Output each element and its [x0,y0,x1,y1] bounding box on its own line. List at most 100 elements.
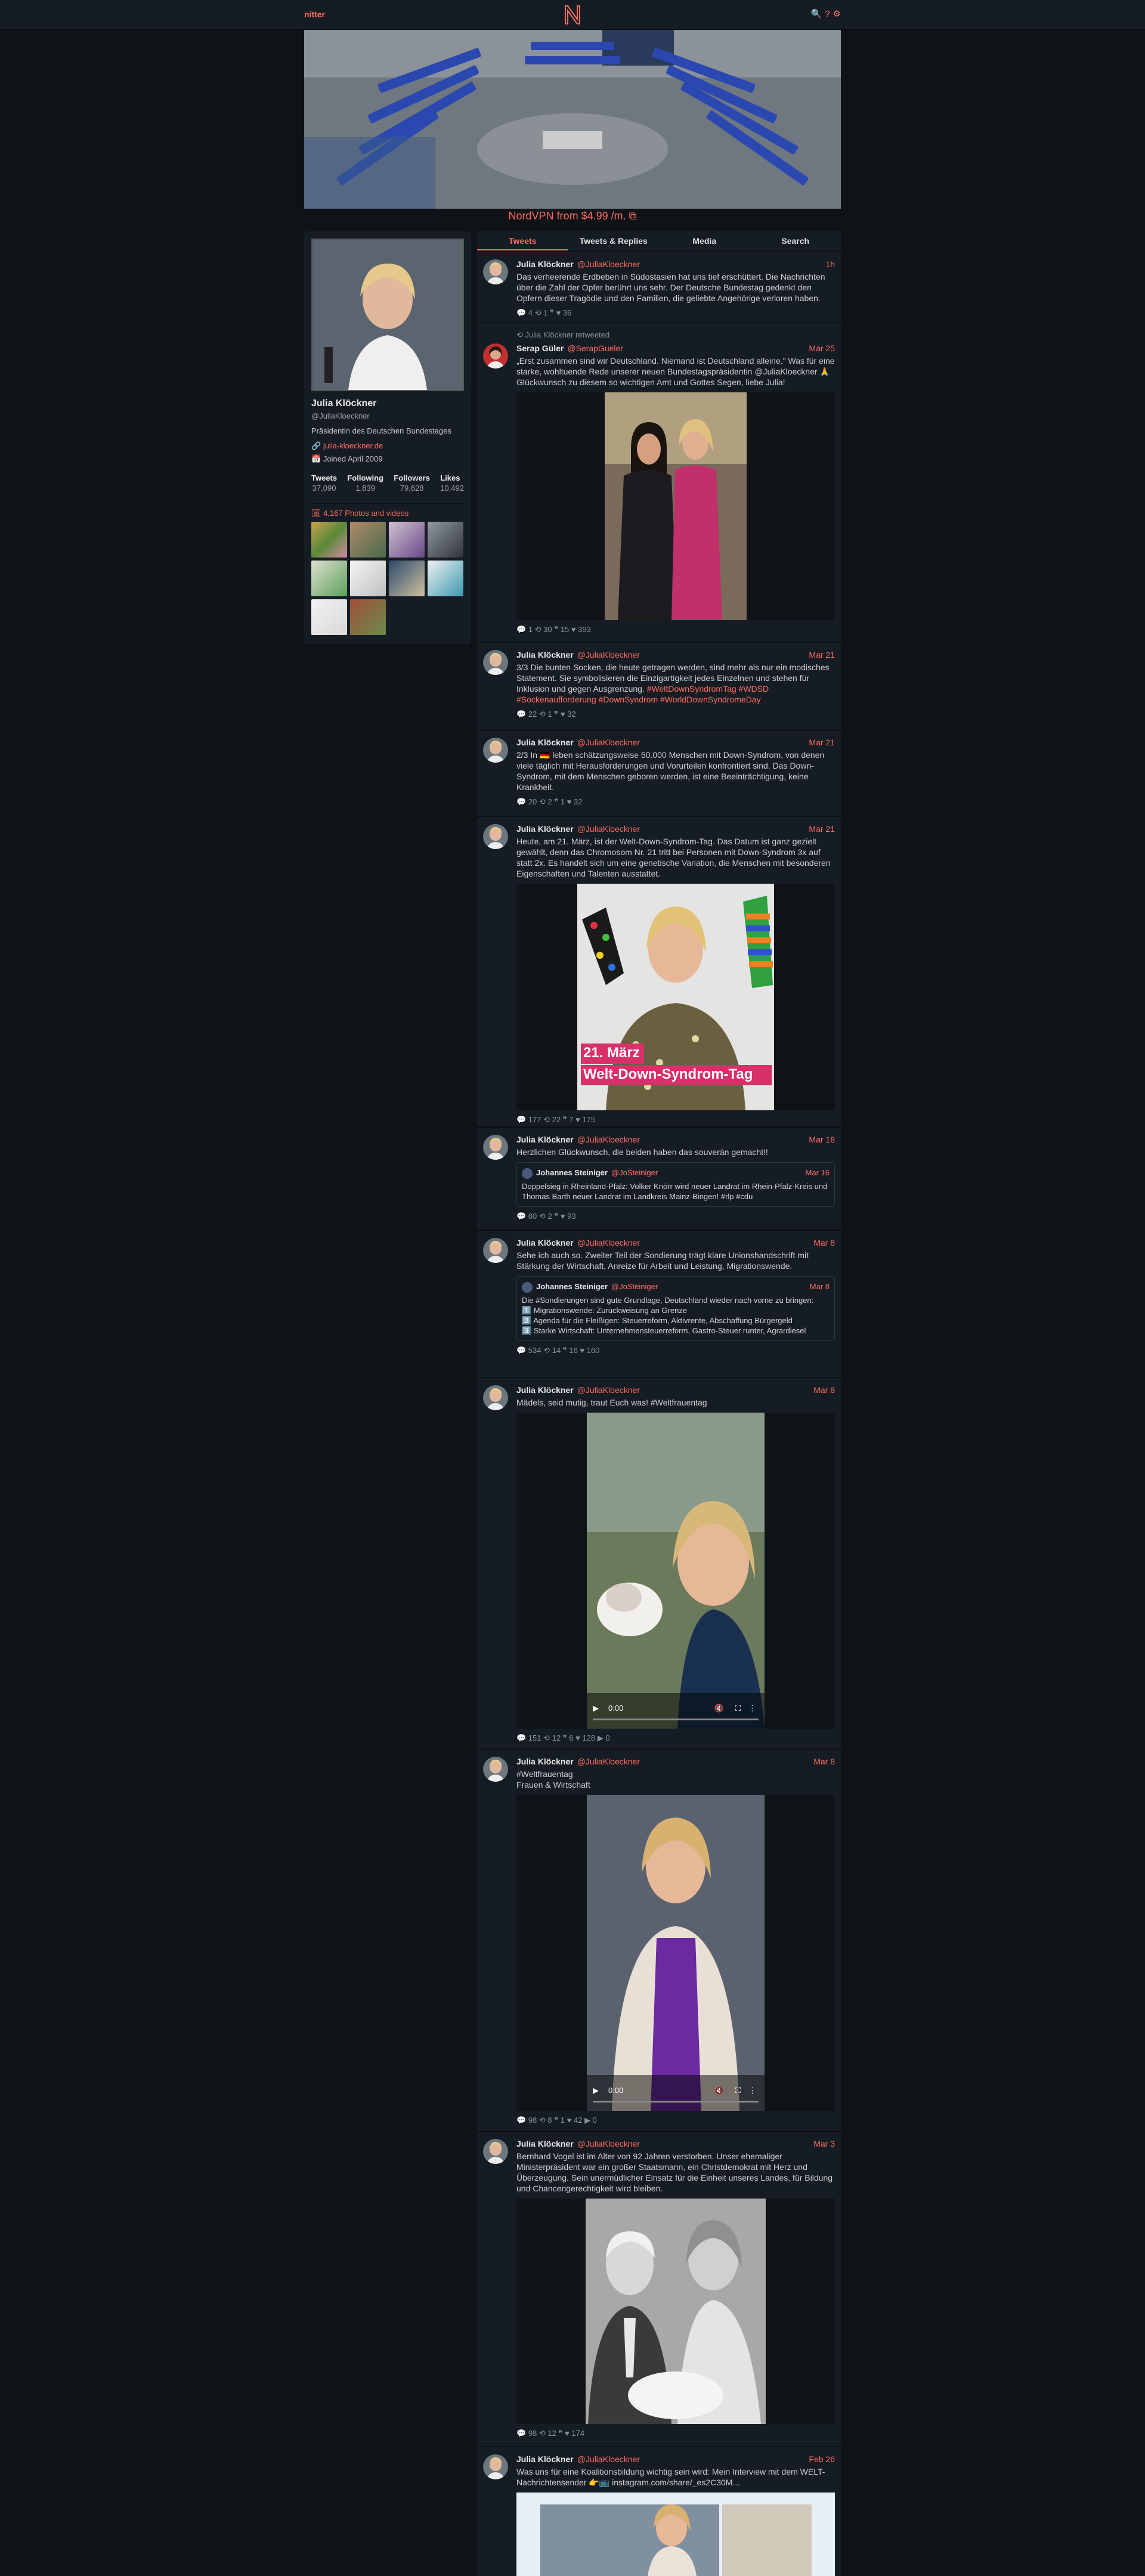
tweet-author[interactable]: Julia Klöckner [516,259,574,269]
tweet[interactable]: Julia Klöckner @JuliaKloeckner Mar 21 Heut… [477,816,841,1126]
fullscreen-icon[interactable]: ⛶ [735,2086,741,2095]
tweet-avatar[interactable] [483,2139,508,2164]
tweet-handle[interactable]: @JuliaKloeckner [577,1135,640,1144]
play-icon[interactable]: ▶ [593,1704,599,1713]
tweet-avatar[interactable] [483,1135,508,1160]
tweet-video[interactable]: ▶ 0:00 🔇 ⛶ ⋮ [516,1413,835,1729]
tweet-author[interactable]: Julia Klöckner [516,1238,574,1247]
media-thumb[interactable] [311,599,347,635]
quoted-tweet[interactable]: Johannes Steiniger @JoSteiniger Mar 16 Dop… [516,1162,835,1207]
tweet-handle[interactable]: @JuliaKloeckner [577,1757,640,1766]
tweet-date[interactable]: 1h [825,259,835,269]
tweet-image[interactable] [516,2199,835,2424]
settings-icon[interactable]: ⚙ [833,9,841,19]
media-thumb[interactable] [350,561,386,596]
link-card-image[interactable] [516,2493,835,2576]
tweet-date[interactable]: Mar 21 [809,738,835,747]
tweet-author[interactable]: Serap Güler [516,343,564,353]
tweet-avatar[interactable] [483,824,508,849]
tweet-date[interactable]: Mar 8 [813,1757,835,1766]
tab-search[interactable]: Search [750,231,841,250]
tweet-video[interactable]: ▶ 0:00 🔇 ⛶ ⋮ [516,1795,835,2111]
tweet-handle[interactable]: @JuliaKloeckner [577,824,640,834]
tweet-date[interactable]: Mar 8 [813,1238,835,1247]
profile-avatar[interactable] [311,239,464,391]
tweet-date[interactable]: Mar 18 [809,1135,835,1144]
stat-tweets[interactable]: Tweets 37,090 [311,473,337,493]
tweet-handle[interactable]: @JuliaKloeckner [577,650,640,660]
tweet-author[interactable]: Julia Klöckner [516,650,574,660]
tweet-handle[interactable]: @JuliaKloeckner [577,1238,640,1247]
tweet-handle[interactable]: @SerapGueler [567,343,623,353]
quote-author[interactable]: Johannes Steiniger [536,1282,608,1291]
tab-tweets[interactable]: Tweets [477,231,568,250]
stat-following[interactable]: Following 1,839 [347,473,383,493]
video-progress-bar[interactable] [593,1719,759,1720]
tweet-avatar[interactable] [483,343,508,369]
tweet-author[interactable]: Julia Klöckner [516,1135,574,1144]
tweet-image[interactable] [516,392,835,620]
search-icon[interactable]: 🔍 [811,9,822,19]
tweet-author[interactable]: Julia Klöckner [516,1757,574,1766]
more-icon[interactable]: ⋮ [748,1704,756,1713]
more-icon[interactable]: ⋮ [748,2086,756,2095]
tweet-avatar[interactable] [483,1757,508,1782]
media-thumb[interactable] [311,522,347,558]
media-thumb[interactable] [428,561,463,596]
media-thumb[interactable] [311,561,347,596]
tweet[interactable]: ⟲ Julia Klöckner retweeted Serap Güler @S… [477,323,841,642]
quote-handle[interactable]: @JoSteiniger [611,1282,658,1291]
tab-media[interactable]: Media [659,231,750,250]
tweet[interactable]: Julia Klöckner @JuliaKloeckner Mar 8 Mädel… [477,1377,841,1748]
quote-author[interactable]: Johannes Steiniger [536,1168,608,1177]
tweet[interactable]: Julia Klöckner @JuliaKloeckner Mar 8 #Welt… [477,1749,841,2131]
tweet[interactable]: Julia Klöckner @JuliaKloeckner Mar 21 3/3 … [477,642,841,729]
promo-link[interactable]: NordVPN from $4.99 /m. ⧉ [304,210,841,224]
tweet-handle[interactable]: @JuliaKloeckner [577,1385,640,1395]
tweet-author[interactable]: Julia Klöckner [516,824,574,834]
tweet-avatar[interactable] [483,259,508,284]
tweet[interactable]: Julia Klöckner @JuliaKloeckner Mar 8 Sehe … [477,1230,841,1377]
help-icon[interactable]: ? [825,9,830,19]
tweet-author[interactable]: Julia Klöckner [516,1385,574,1395]
play-icon[interactable]: ▶ [593,2086,599,2095]
nitter-logo[interactable] [561,4,584,26]
tweet-date[interactable]: Feb 26 [809,2454,835,2464]
video-progress-bar[interactable] [593,2101,759,2103]
tweet-avatar[interactable] [483,1238,508,1263]
tweet[interactable]: Julia Klöckner @JuliaKloeckner Feb 26 Was … [477,2447,841,2576]
tweet-date[interactable]: Mar 8 [813,1385,835,1395]
quote-date[interactable]: Mar 16 [806,1168,830,1179]
media-thumb[interactable] [350,599,386,635]
tweet-date[interactable]: Mar 3 [813,2139,835,2148]
quote-date[interactable]: Mar 8 [810,1281,830,1293]
tweet-avatar[interactable] [483,2454,508,2479]
tweet-author[interactable]: Julia Klöckner [516,2454,574,2464]
mute-icon[interactable]: 🔇 [714,2086,724,2095]
tweet-date[interactable]: Mar 21 [809,824,835,834]
tweet[interactable]: Julia Klöckner @JuliaKloeckner Mar 3 Bernh… [477,2131,841,2446]
media-thumb[interactable] [389,522,425,558]
tweet-avatar[interactable] [483,1385,508,1410]
tweet-date[interactable]: Mar 21 [809,650,835,660]
tweet-handle[interactable]: @JuliaKloeckner [577,259,640,269]
tweet-avatar[interactable] [483,650,508,675]
media-thumb[interactable] [428,522,463,558]
tab-tweets-replies[interactable]: Tweets & Replies [568,231,660,250]
media-thumb[interactable] [389,561,425,596]
tweet-author[interactable]: Julia Klöckner [516,2139,574,2148]
tweet-image[interactable]: 21. März Welt-Down-Syndrom-Tag [516,884,835,1110]
photo-rail-link[interactable]: 4,167 Photos and videos [323,509,409,518]
media-thumb[interactable] [350,522,386,558]
tweet-handle[interactable]: @JuliaKloeckner [577,2454,640,2464]
stat-followers[interactable]: Followers 79,628 [394,473,430,493]
mute-icon[interactable]: 🔇 [714,1704,724,1713]
tweet[interactable]: Julia Klöckner @JuliaKloeckner Mar 21 2/3 … [477,730,841,816]
fullscreen-icon[interactable]: ⛶ [735,1704,741,1713]
profile-website[interactable]: julia-kloeckner.de [323,441,383,450]
tweet[interactable]: Julia Klöckner @JuliaKloeckner Mar 18 Herz… [477,1127,841,1230]
quote-handle[interactable]: @JoSteiniger [611,1168,658,1177]
tweet[interactable]: Julia Klöckner @JuliaKloeckner 1h Das verh… [477,252,841,322]
tweet-avatar[interactable] [483,738,508,763]
tweet-handle[interactable]: @JuliaKloeckner [577,738,640,747]
